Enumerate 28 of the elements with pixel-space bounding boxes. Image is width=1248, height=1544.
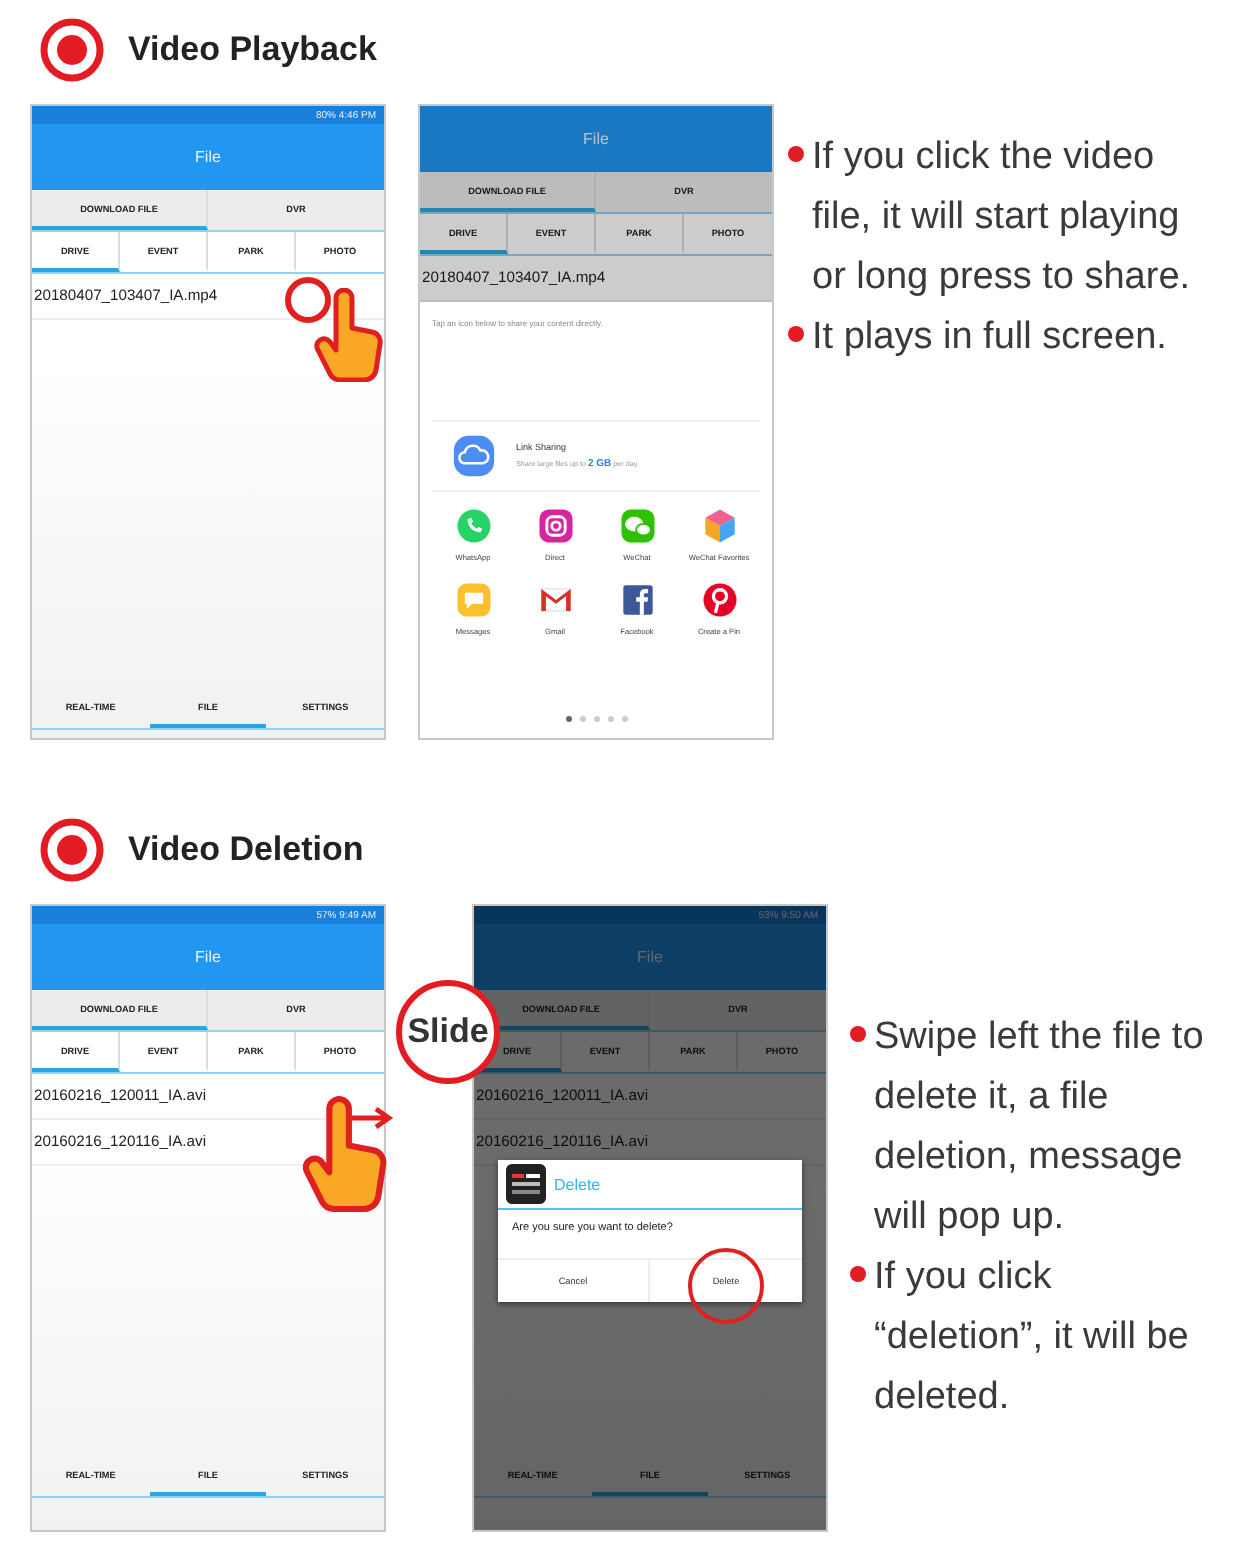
page-dot[interactable] [579, 716, 585, 722]
hand-pointer-icon [312, 288, 384, 382]
target-icon [40, 818, 104, 882]
bullet-icon [788, 326, 804, 342]
page-dot[interactable] [593, 716, 599, 722]
dialog-title: Delete [554, 1175, 601, 1193]
hand-pointer-icon [300, 1096, 388, 1212]
page-dot[interactable] [565, 716, 571, 722]
instruction-text: Swipe left the file to delete it, a file deletion, message will pop up. [874, 1014, 1206, 1242]
bullet-icon [850, 1266, 866, 1282]
section-title: Video Deletion [128, 830, 364, 870]
cloud-icon[interactable] [452, 434, 496, 478]
app-title: File [195, 148, 221, 166]
bullet-icon [850, 1026, 866, 1042]
page-dot[interactable] [621, 716, 627, 722]
slide-tooltip: Slide [396, 980, 500, 1084]
target-icon [40, 18, 104, 82]
bullet-icon [788, 146, 804, 162]
arrow-right-icon [350, 1106, 394, 1130]
app-title: File [637, 948, 663, 966]
app-title: File [195, 948, 221, 966]
tap-ring-icon [284, 276, 332, 324]
instruction-text: It plays in full screen. [812, 314, 1167, 362]
instruction-text: If you click the video file, it will start playing or long press to share. [812, 134, 1193, 302]
page-dot[interactable] [607, 716, 613, 722]
app-title: File [583, 130, 609, 148]
instruction-text: If you click “deletion”, it will be deleted. [874, 1254, 1191, 1422]
section-title: Video Playback [128, 30, 377, 70]
